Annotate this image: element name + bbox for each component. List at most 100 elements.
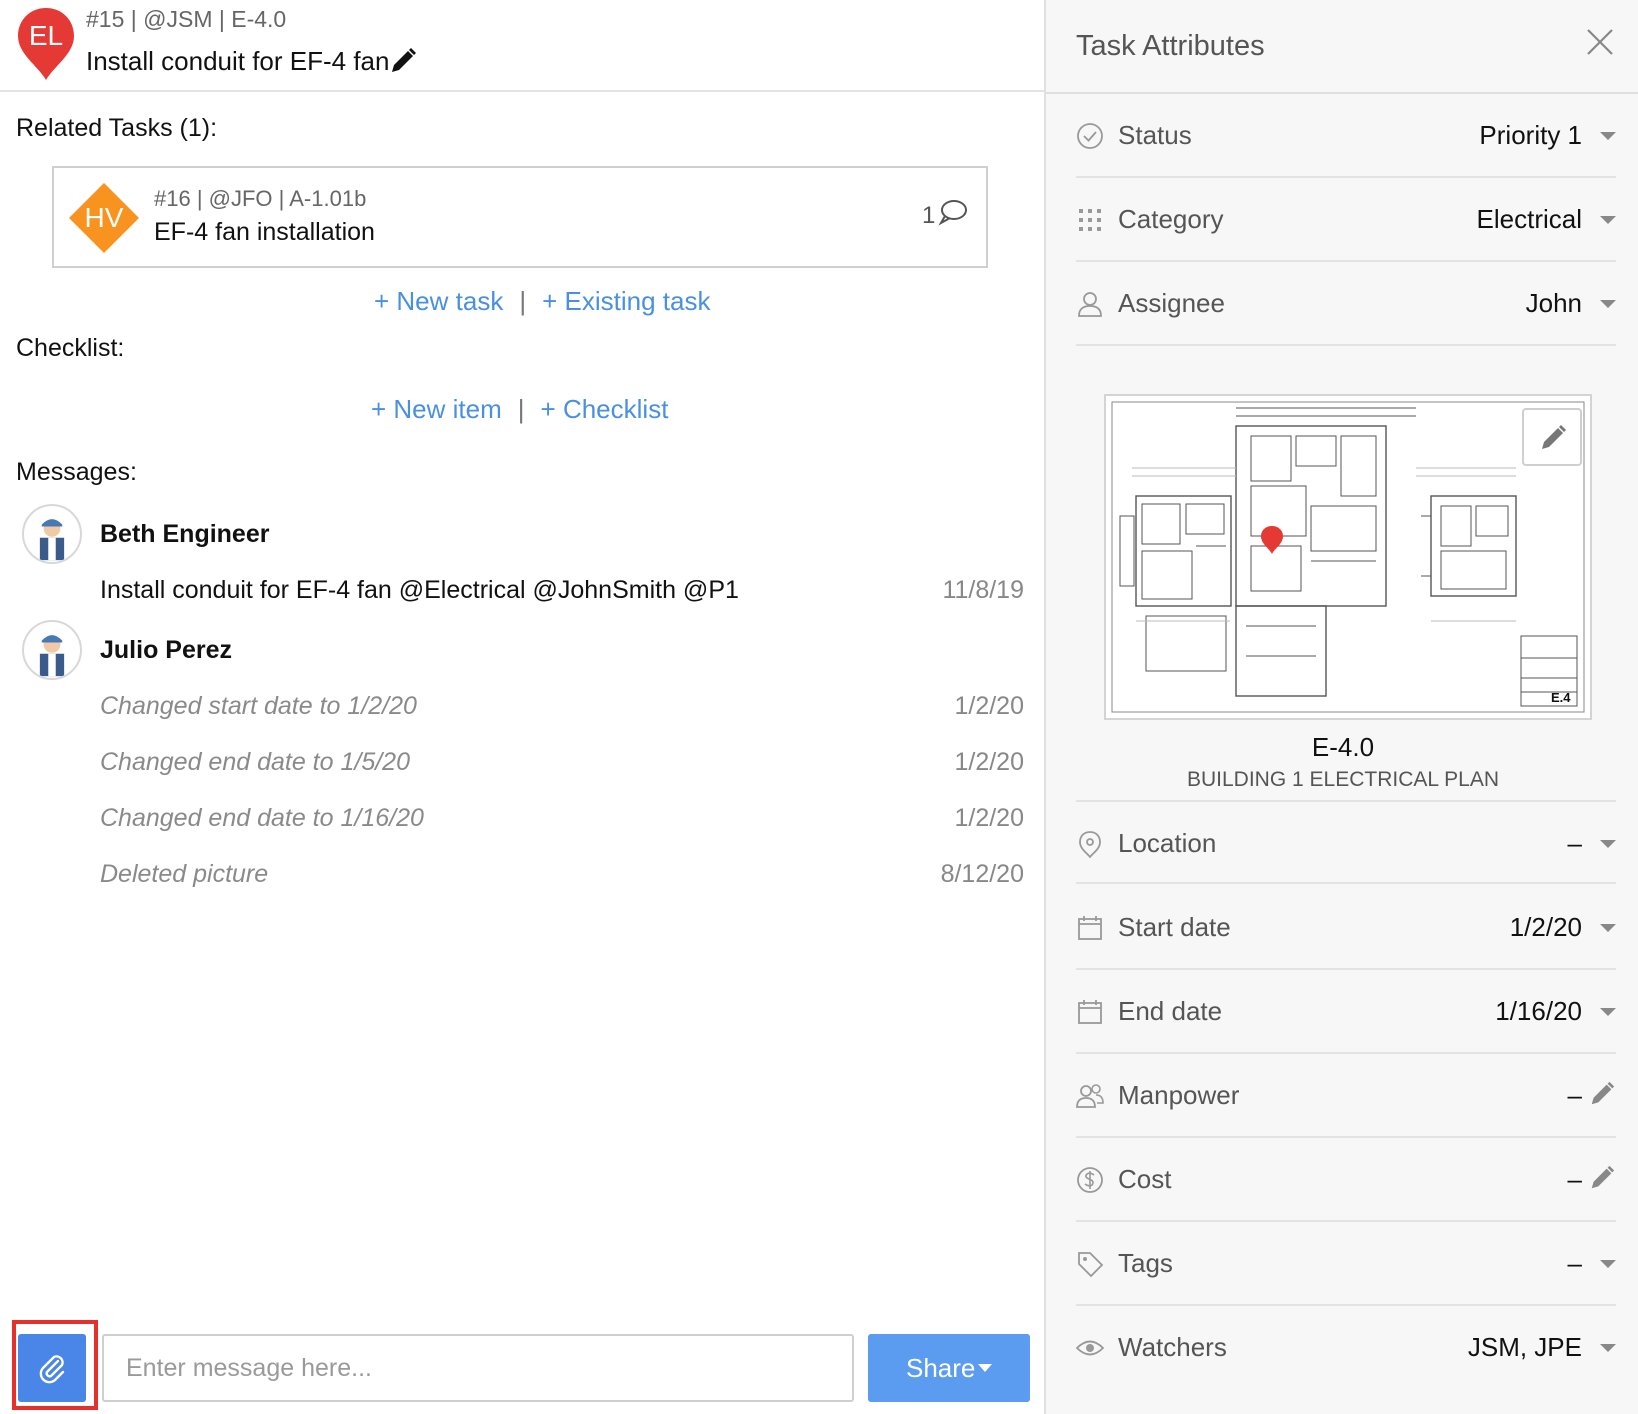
attribute-location[interactable]: Location – bbox=[1076, 800, 1616, 884]
attribute-value: Electrical bbox=[1476, 204, 1582, 234]
attribute-label: Assignee bbox=[1118, 288, 1225, 318]
close-icon[interactable] bbox=[1584, 26, 1616, 58]
message-text: Install conduit for EF-4 fan @Electrical… bbox=[100, 576, 739, 604]
share-button-label: Share bbox=[906, 1353, 976, 1383]
task-header: EL #15 | @JSM | E-4.0 Install conduit fo… bbox=[0, 0, 1044, 92]
attribute-value: – bbox=[1567, 1164, 1582, 1194]
activity-date: 8/12/20 bbox=[940, 860, 1024, 888]
calendar-icon bbox=[1078, 1000, 1102, 1024]
attribute-value: – bbox=[1567, 1080, 1582, 1110]
related-task-card[interactable]: HV #16 | @JFO | A-1.01b EF-4 fan install… bbox=[52, 166, 988, 268]
avatar bbox=[22, 620, 82, 680]
message-date: 11/8/19 bbox=[942, 576, 1024, 604]
pencil-icon[interactable] bbox=[1588, 1080, 1616, 1108]
edit-title-pencil-icon[interactable] bbox=[388, 46, 418, 76]
attribute-cost[interactable]: Cost – bbox=[1076, 1138, 1616, 1222]
panel-title: Task Attributes bbox=[1076, 30, 1265, 62]
attribute-label: Watchers bbox=[1118, 1332, 1227, 1362]
messages-label: Messages: bbox=[16, 458, 137, 486]
attribute-manpower[interactable]: Manpower – bbox=[1076, 1054, 1616, 1138]
activity-date: 1/2/20 bbox=[954, 748, 1024, 776]
caret-down-icon bbox=[1600, 840, 1616, 848]
attribute-tags[interactable]: Tags – bbox=[1076, 1222, 1616, 1306]
activity-text: Changed start date to 1/2/20 bbox=[100, 692, 417, 720]
attribute-value: – bbox=[1567, 828, 1582, 858]
dollar-circle-icon bbox=[1077, 1167, 1103, 1193]
related-task-comment-count: 1 bbox=[922, 202, 936, 229]
attribute-value: Priority 1 bbox=[1479, 120, 1582, 150]
caret-down-icon bbox=[1600, 216, 1616, 224]
attribute-end-date[interactable]: End date 1/16/20 bbox=[1076, 970, 1616, 1054]
message-author: Beth Engineer bbox=[100, 520, 270, 548]
worker-avatar-icon bbox=[39, 519, 65, 561]
message-input[interactable] bbox=[102, 1334, 854, 1402]
attribute-label: Tags bbox=[1118, 1248, 1173, 1278]
caret-down-icon bbox=[978, 1364, 992, 1372]
attribute-watchers[interactable]: Watchers JSM, JPE bbox=[1076, 1306, 1616, 1390]
caret-down-icon bbox=[1600, 300, 1616, 308]
attribute-label: Cost bbox=[1118, 1164, 1172, 1194]
message-author: Julio Perez bbox=[100, 636, 232, 664]
caret-down-icon bbox=[1600, 924, 1616, 932]
task-location-pin-icon bbox=[1261, 526, 1283, 554]
plan-stamp-text: E.4 bbox=[1551, 690, 1571, 705]
attribute-label: Manpower bbox=[1118, 1080, 1240, 1110]
attribute-value: 1/16/20 bbox=[1495, 996, 1582, 1026]
attribute-assignee[interactable]: Assignee John bbox=[1076, 262, 1616, 346]
attribute-label: Location bbox=[1118, 828, 1217, 858]
checklist-label: Checklist: bbox=[16, 334, 125, 362]
new-item-link[interactable]: + New item bbox=[371, 394, 502, 424]
caret-down-icon bbox=[1600, 1344, 1616, 1352]
attribute-label: Category bbox=[1118, 204, 1224, 234]
attribute-label: End date bbox=[1118, 996, 1223, 1026]
floor-plan-drawing: E.4 bbox=[1111, 401, 1585, 713]
task-title: Install conduit for EF-4 fan bbox=[86, 46, 390, 76]
attach-button[interactable] bbox=[18, 1334, 86, 1402]
activity-text: Changed end date to 1/16/20 bbox=[100, 804, 424, 832]
attribute-category[interactable]: Category Electrical bbox=[1076, 178, 1616, 262]
related-task-title: EF-4 fan installation bbox=[154, 218, 375, 246]
attribute-value: John bbox=[1525, 288, 1582, 318]
check-circle-icon bbox=[1077, 123, 1103, 149]
attribute-status[interactable]: Status Priority 1 bbox=[1076, 94, 1616, 178]
worker-avatar-icon bbox=[39, 635, 65, 677]
people-icon bbox=[1076, 1084, 1104, 1108]
new-task-link[interactable]: + New task bbox=[374, 286, 503, 316]
attribute-start-date[interactable]: Start date 1/2/20 bbox=[1076, 886, 1616, 970]
share-button[interactable]: Share bbox=[868, 1334, 1030, 1402]
caret-down-icon bbox=[1600, 1260, 1616, 1268]
calendar-icon bbox=[1078, 916, 1102, 940]
tag-icon bbox=[1078, 1252, 1104, 1278]
attribute-label: Status bbox=[1118, 120, 1192, 150]
eye-icon bbox=[1076, 1340, 1104, 1356]
attribute-value: – bbox=[1567, 1248, 1582, 1278]
task-detail-pane: EL #15 | @JSM | E-4.0 Install conduit fo… bbox=[0, 0, 1044, 1414]
task-attributes-panel: Task Attributes Status Priority 1 Catego… bbox=[1044, 0, 1638, 1414]
plan-sheet-name: BUILDING 1 ELECTRICAL PLAN bbox=[1187, 768, 1499, 791]
attribute-value: 1/2/20 bbox=[1509, 912, 1582, 942]
activity-text: Deleted picture bbox=[100, 860, 269, 888]
link-separator: | bbox=[519, 286, 527, 316]
location-pin-icon bbox=[1079, 831, 1101, 858]
activity-text: Changed end date to 1/5/20 bbox=[100, 748, 410, 776]
person-icon bbox=[1078, 292, 1102, 317]
task-badge-label: EL bbox=[28, 20, 64, 51]
pencil-icon bbox=[1542, 425, 1566, 449]
task-meta: #15 | @JSM | E-4.0 bbox=[86, 6, 287, 32]
plan-thumbnail[interactable]: E.4 bbox=[1104, 394, 1592, 720]
edit-plan-button[interactable] bbox=[1522, 408, 1582, 466]
related-task-meta: #16 | @JFO | A-1.01b bbox=[154, 186, 367, 211]
caret-down-icon bbox=[1600, 132, 1616, 140]
link-separator: | bbox=[517, 394, 525, 424]
related-tasks-label: Related Tasks (1): bbox=[16, 114, 218, 142]
activity-date: 1/2/20 bbox=[954, 804, 1024, 832]
comment-bubble-icon bbox=[938, 200, 967, 226]
activity-date: 1/2/20 bbox=[954, 692, 1024, 720]
paperclip-icon bbox=[39, 1355, 65, 1384]
plan-sheet-number: E-4.0 bbox=[1311, 732, 1375, 762]
new-checklist-link[interactable]: + Checklist bbox=[541, 394, 669, 424]
related-task-actions: + New task | + Existing task bbox=[374, 286, 710, 317]
pencil-icon[interactable] bbox=[1588, 1164, 1616, 1192]
related-task-badge-label: HV bbox=[84, 202, 124, 233]
existing-task-link[interactable]: + Existing task bbox=[542, 286, 710, 316]
